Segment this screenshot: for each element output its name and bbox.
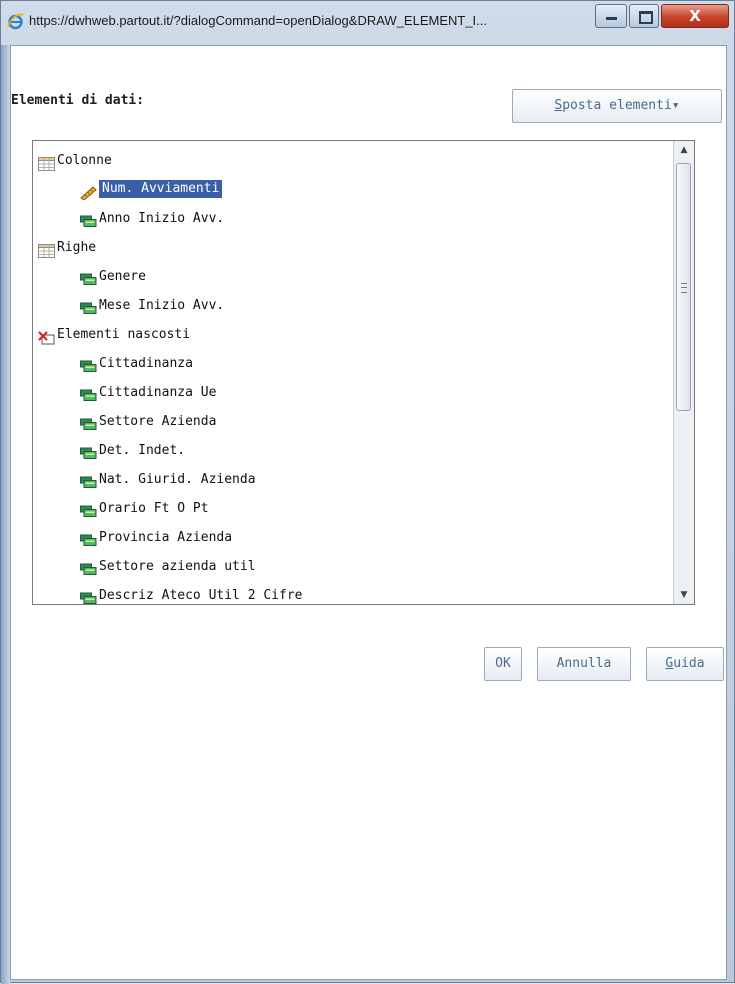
hidden-items-icon bbox=[38, 327, 55, 345]
dialog-window: https://dwhweb.partout.it/?dialogCommand… bbox=[0, 0, 735, 984]
category-icon bbox=[80, 501, 97, 517]
tree-item-node[interactable]: Mese Inizio Avv. bbox=[33, 291, 673, 320]
tree-node-label: Mese Inizio Avv. bbox=[99, 298, 225, 313]
category-icon bbox=[80, 385, 97, 401]
tree-list: Colonne Num. Avviamenti Anno Inizio Avv. Ri… bbox=[33, 146, 673, 604]
tree-node-label: Settore azienda util bbox=[99, 559, 256, 574]
tree-node-label: Det. Indet. bbox=[99, 443, 186, 458]
tree-item-node[interactable]: Det. Indet. bbox=[33, 436, 673, 465]
tree-scrollbar[interactable]: ▲ ▼ bbox=[673, 141, 694, 604]
ruler-measure-icon bbox=[80, 182, 97, 201]
tree-node-label: Elementi nascosti bbox=[57, 327, 191, 342]
category-icon bbox=[80, 443, 97, 459]
tree-node-label: Cittadinanza bbox=[99, 356, 193, 371]
tree-node-label: Settore Azienda bbox=[99, 414, 217, 429]
table-icon bbox=[38, 153, 55, 171]
tree-item-node[interactable]: Cittadinanza Ue bbox=[33, 378, 673, 407]
grip-icon bbox=[681, 283, 687, 293]
move-items-button[interactable]: Sposta elementi▾ bbox=[512, 89, 722, 123]
tree-item-node[interactable]: Cittadinanza bbox=[33, 349, 673, 378]
category-icon bbox=[80, 530, 97, 546]
tree-item-node[interactable]: Descriz Ateco Util 2 Cifre bbox=[33, 581, 673, 604]
tree-node-label: Cittadinanza Ue bbox=[99, 385, 217, 400]
category-icon bbox=[80, 559, 97, 575]
window-title: https://dwhweb.partout.it/?dialogCommand… bbox=[29, 13, 487, 28]
tree-item-node[interactable]: Num. Avviamenti bbox=[33, 175, 673, 204]
scroll-thumb[interactable] bbox=[676, 163, 691, 411]
table-icon bbox=[38, 240, 55, 258]
tree-group-node[interactable]: Elementi nascosti bbox=[33, 320, 673, 349]
window-left-edge bbox=[1, 45, 10, 984]
category-icon bbox=[80, 211, 97, 227]
tree-node-label: Anno Inizio Avv. bbox=[99, 211, 225, 226]
tree-item-node[interactable]: Genere bbox=[33, 262, 673, 291]
category-icon bbox=[80, 472, 97, 488]
data-items-tree[interactable]: Colonne Num. Avviamenti Anno Inizio Avv. Ri… bbox=[32, 140, 695, 605]
maximize-button[interactable] bbox=[629, 4, 659, 28]
scroll-up-arrow-icon[interactable]: ▲ bbox=[674, 141, 694, 159]
tree-group-node[interactable]: Colonne bbox=[33, 146, 673, 175]
category-icon bbox=[80, 414, 97, 430]
internet-explorer-icon bbox=[7, 13, 24, 30]
cancel-button[interactable]: Annulla bbox=[537, 647, 631, 681]
category-icon bbox=[80, 356, 97, 372]
category-icon bbox=[80, 298, 97, 314]
maximize-icon bbox=[639, 11, 653, 24]
tree-group-node[interactable]: Righe bbox=[33, 233, 673, 262]
minimize-button[interactable] bbox=[595, 4, 627, 28]
category-icon bbox=[80, 588, 97, 604]
tree-item-node[interactable]: Provincia Azienda bbox=[33, 523, 673, 552]
move-items-label: posta elementi bbox=[562, 98, 672, 113]
tree-item-node[interactable]: Nat. Giurid. Azienda bbox=[33, 465, 673, 494]
tree-item-node[interactable]: Settore Azienda bbox=[33, 407, 673, 436]
title-bar[interactable]: https://dwhweb.partout.it/?dialogCommand… bbox=[1, 1, 734, 45]
close-icon: X bbox=[689, 7, 701, 25]
ok-button[interactable]: OK bbox=[484, 647, 522, 681]
help-label: uida bbox=[673, 656, 705, 671]
tree-item-node[interactable]: Orario Ft O Pt bbox=[33, 494, 673, 523]
tree-node-label: Nat. Giurid. Azienda bbox=[99, 472, 256, 487]
tree-node-label: Provincia Azienda bbox=[99, 530, 233, 545]
minimize-icon bbox=[606, 17, 617, 20]
tree-node-label: Righe bbox=[57, 240, 97, 255]
tree-node-label: Genere bbox=[99, 269, 146, 284]
tree-node-label: Orario Ft O Pt bbox=[99, 501, 209, 516]
help-button[interactable]: Guida bbox=[646, 647, 724, 681]
chevron-down-icon: ▾ bbox=[671, 98, 680, 113]
close-button[interactable]: X bbox=[661, 4, 729, 28]
data-items-label: Elementi di dati: bbox=[11, 93, 145, 108]
category-icon bbox=[80, 269, 97, 285]
scroll-down-arrow-icon[interactable]: ▼ bbox=[674, 586, 694, 604]
tree-item-node[interactable]: Anno Inizio Avv. bbox=[33, 204, 673, 233]
tree-item-node[interactable]: Settore azienda util bbox=[33, 552, 673, 581]
tree-node-label: Colonne bbox=[57, 153, 112, 168]
tree-node-label: Descriz Ateco Util 2 Cifre bbox=[99, 588, 303, 603]
tree-node-label: Num. Avviamenti bbox=[99, 180, 223, 198]
